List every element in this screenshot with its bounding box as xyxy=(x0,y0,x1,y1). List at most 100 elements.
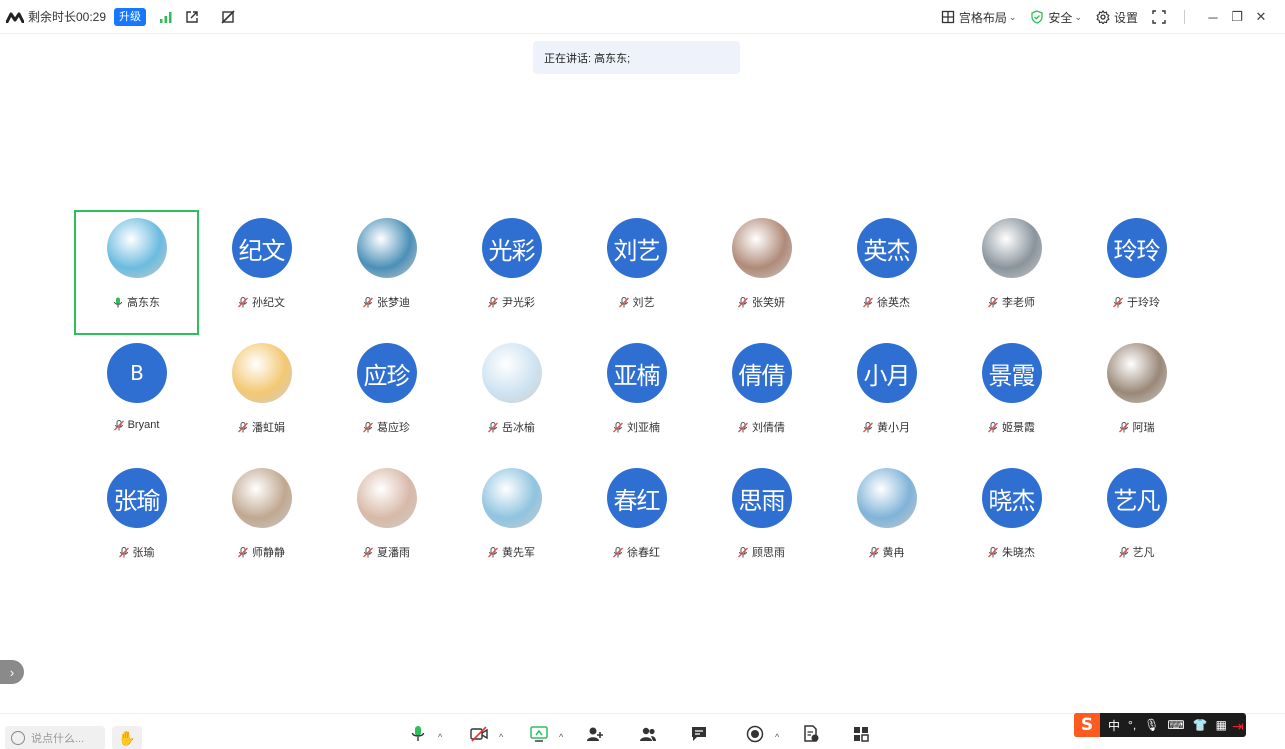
chat-button[interactable] xyxy=(681,725,717,743)
avatar xyxy=(856,468,917,528)
microphone-muted-icon xyxy=(1113,296,1123,307)
ime-toolbar[interactable]: S 中 °, 🎙 ⌨ 👕 ▦ xyxy=(1074,713,1246,737)
members-button[interactable] xyxy=(630,725,666,743)
avatar: 亚楠 xyxy=(606,343,667,403)
participant-tile[interactable]: 阿瑞 xyxy=(1074,335,1199,460)
participant-tile[interactable]: 春红 徐春红 xyxy=(574,460,699,585)
avatar: 刘艺 xyxy=(606,218,667,278)
participant-tile[interactable]: 亚楠 刘亚楠 xyxy=(574,335,699,460)
mute-options-arrow[interactable]: ^ xyxy=(438,732,442,742)
participant-tile[interactable]: 岳冰榆 xyxy=(449,335,574,460)
apps-button[interactable] xyxy=(843,725,879,743)
avatar xyxy=(356,468,417,528)
emoji-icon[interactable] xyxy=(11,731,25,745)
participant-name-row: Bryant xyxy=(113,419,159,431)
security-button[interactable]: 安全 ⌄ xyxy=(1030,9,1082,26)
upgrade-button[interactable]: 升级 xyxy=(114,7,147,26)
microphone-muted-icon xyxy=(238,296,248,307)
settings-button[interactable]: 设置 xyxy=(1096,9,1138,26)
signal-icon[interactable] xyxy=(158,9,174,25)
participant-name: 张笑妍 xyxy=(752,297,785,309)
participant-tile[interactable]: B Bryant xyxy=(74,335,199,460)
mute-button[interactable] xyxy=(400,725,436,743)
participant-tile[interactable]: 思雨 顾思雨 xyxy=(699,460,824,585)
participant-tile[interactable]: 张笑妍 xyxy=(699,210,824,335)
participant-tile[interactable]: 潘虹娟 xyxy=(199,335,324,460)
chat-placeholder: 说点什么... xyxy=(31,733,85,745)
participant-name-row: 师静静 xyxy=(238,544,285,560)
participant-name-row: 张笑妍 xyxy=(738,294,785,310)
members-icon xyxy=(640,727,656,741)
microphone-muted-icon xyxy=(863,296,873,307)
no-recording-icon[interactable] xyxy=(220,9,236,25)
video-options-arrow[interactable]: ^ xyxy=(499,732,503,742)
expand-panel-button[interactable]: › xyxy=(0,660,24,684)
share-out-icon[interactable] xyxy=(184,9,200,25)
share-screen-button[interactable] xyxy=(521,725,557,743)
share-options-arrow[interactable]: ^ xyxy=(559,732,563,742)
avatar xyxy=(356,218,417,278)
keyboard-icon[interactable]: ⌨ xyxy=(1167,718,1184,732)
participant-name-row: 张梦迪 xyxy=(363,294,410,310)
avatar xyxy=(1106,343,1167,403)
microphone-muted-icon xyxy=(113,419,124,430)
participant-tile[interactable]: 艺凡 艺凡 xyxy=(1074,460,1199,585)
participant-tile[interactable]: 晓杰 朱晓杰 xyxy=(949,460,1074,585)
speaking-indicator: 正在讲话: 高东东; xyxy=(533,41,740,74)
participant-name: 徐英杰 xyxy=(877,297,910,309)
participant-name-row: 顾思雨 xyxy=(738,544,785,560)
participant-tile[interactable]: 英杰 徐英杰 xyxy=(824,210,949,335)
participant-tile[interactable]: 张瑜 张瑜 xyxy=(74,460,199,585)
participant-name: 尹光彩 xyxy=(502,297,535,309)
fullscreen-button[interactable] xyxy=(1152,10,1170,24)
participant-name-row: 黄冉 xyxy=(868,544,905,560)
voice-icon[interactable]: 🎙 xyxy=(1144,718,1159,732)
participant-tile[interactable]: 小月 黄小月 xyxy=(824,335,949,460)
toolbox-icon[interactable]: ▦ xyxy=(1216,718,1227,732)
participant-name: 朱晓杰 xyxy=(1002,547,1035,559)
participant-name: 于玲玲 xyxy=(1127,297,1160,309)
participant-name-row: 李老师 xyxy=(988,294,1035,310)
participant-tile[interactable]: 景霞 姬景霞 xyxy=(949,335,1074,460)
participant-tile[interactable]: 李老师 xyxy=(949,210,1074,335)
participant-tile[interactable]: 倩倩 刘倩倩 xyxy=(699,335,824,460)
grid-layout-button[interactable]: 宫格布局 ⌄ xyxy=(941,9,1016,26)
avatar: 玲玲 xyxy=(1106,218,1167,278)
participant-tile[interactable]: 纪文 孙纪文 xyxy=(199,210,324,335)
participant-tile[interactable]: 刘艺 刘艺 xyxy=(574,210,699,335)
participant-tile[interactable]: 黄先军 xyxy=(449,460,574,585)
record-options-arrow[interactable]: ^ xyxy=(775,732,779,742)
skin-icon[interactable]: 👕 xyxy=(1193,718,1208,732)
participant-tile[interactable]: 师静静 xyxy=(199,460,324,585)
hand-icon: ✋ xyxy=(118,729,136,746)
avatar: 纪文 xyxy=(231,218,292,278)
participant-name-row: 刘艺 xyxy=(618,294,655,310)
sogou-logo-icon: S xyxy=(1074,713,1100,737)
avatar: 艺凡 xyxy=(1106,468,1167,528)
chat-input[interactable]: 说点什么... xyxy=(5,726,105,749)
video-button[interactable] xyxy=(461,725,497,743)
participant-name-row: 岳冰榆 xyxy=(488,419,535,435)
participant-tile[interactable]: 玲玲于玲玲 xyxy=(1074,210,1199,335)
participant-tile[interactable]: 黄冉 xyxy=(824,460,949,585)
punctuation-icon[interactable]: °, xyxy=(1128,718,1136,732)
participant-name-row: 于玲玲 xyxy=(1113,294,1160,310)
camera-off-icon xyxy=(470,726,488,742)
restore-button[interactable]: ❐ xyxy=(1225,5,1249,29)
divider xyxy=(1184,10,1185,24)
microphone-muted-icon xyxy=(238,421,248,432)
participant-tile[interactable]: 高东东 xyxy=(74,210,199,335)
ai-minutes-button[interactable] xyxy=(793,725,829,743)
participant-name: 徐春红 xyxy=(627,547,660,559)
participant-tile[interactable]: 夏潘雨 xyxy=(324,460,449,585)
close-button[interactable]: ✕ xyxy=(1249,5,1273,29)
participant-tile[interactable]: 应珍 葛应珍 xyxy=(324,335,449,460)
leave-meeting-icon[interactable]: ⇥ xyxy=(1232,718,1244,735)
minimize-button[interactable]: ─ xyxy=(1201,5,1225,29)
participant-tile[interactable]: 张梦迪 xyxy=(324,210,449,335)
participant-tile[interactable]: 光彩 尹光彩 xyxy=(449,210,574,335)
raise-hand-button[interactable]: ✋ xyxy=(112,726,142,749)
ime-mode[interactable]: 中 xyxy=(1108,717,1120,734)
invite-button[interactable] xyxy=(577,725,613,743)
record-button[interactable] xyxy=(737,725,773,743)
